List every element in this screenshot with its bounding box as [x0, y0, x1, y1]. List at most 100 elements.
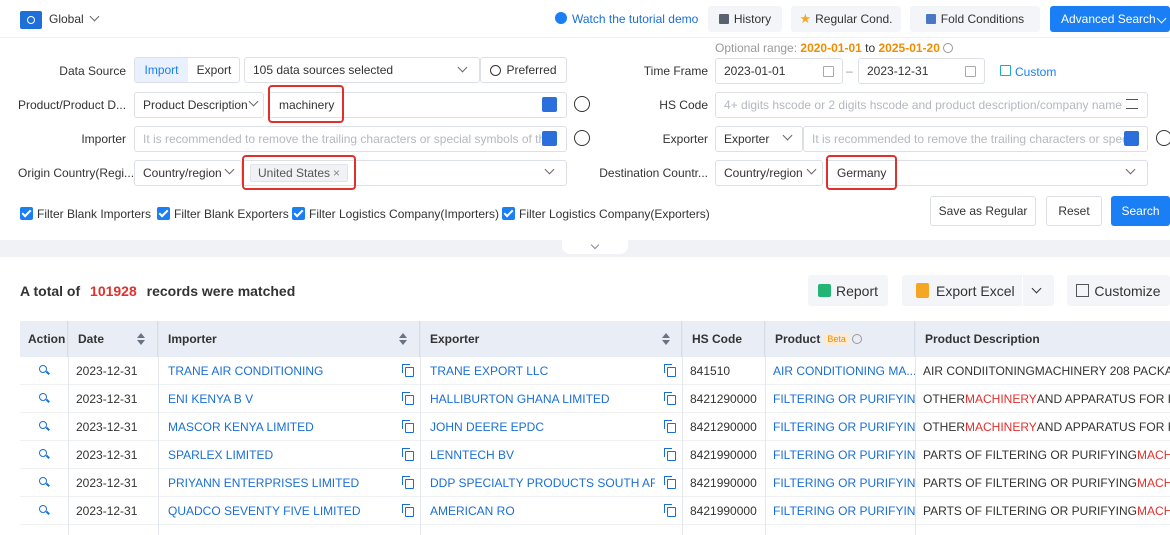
filter-logistics-exporters[interactable]: Filter Logistics Company(Exporters): [519, 207, 710, 221]
copy-icon[interactable]: [402, 448, 414, 461]
exporter-input[interactable]: It is recommended to remove the trailing…: [803, 126, 1148, 152]
col-importer[interactable]: Importer: [158, 321, 420, 357]
search-button[interactable]: Search: [1111, 196, 1170, 226]
info-icon[interactable]: [851, 334, 862, 344]
history-button[interactable]: History: [708, 6, 782, 32]
list-icon[interactable]: [574, 130, 590, 146]
row-exporter[interactable]: DDP SPECIALTY PRODUCTS SOUTH AFRIC...: [430, 469, 655, 497]
report-button[interactable]: Report: [808, 275, 888, 306]
row-product[interactable]: AIR CONDITIONING MA...: [773, 357, 915, 385]
sort-asc-icon[interactable]: [662, 333, 670, 338]
collapse-handle[interactable]: [562, 240, 628, 254]
export-option[interactable]: Export: [188, 58, 239, 82]
row-importer[interactable]: QUADCO SEVENTY FIVE LIMITED: [168, 497, 393, 525]
export-excel-button[interactable]: Export Excel: [902, 275, 1054, 306]
row-product[interactable]: FILTERING OR PURIFYIN...: [773, 497, 915, 525]
time-start-input[interactable]: 2023-01-01: [715, 58, 843, 84]
row-exporter[interactable]: AMERICAN RO: [430, 497, 655, 525]
copy-icon[interactable]: [664, 392, 676, 405]
filter-blank-importers[interactable]: Filter Blank Importers: [37, 207, 151, 221]
tutorial-link[interactable]: Watch the tutorial demo: [572, 12, 698, 26]
copy-icon[interactable]: [402, 364, 414, 377]
regular-cond-button[interactable]: ★ Regular Cond.: [791, 6, 901, 32]
row-product[interactable]: FILTERING OR PURIFYIN...: [773, 441, 915, 469]
sort-asc-icon[interactable]: [137, 333, 145, 338]
custom-link[interactable]: Custom: [1015, 65, 1056, 79]
data-sources-select[interactable]: 105 data sources selected: [244, 57, 480, 83]
copy-icon[interactable]: [402, 476, 414, 489]
row-importer[interactable]: MASCOR KENYA LIMITED: [168, 413, 393, 441]
translate-icon[interactable]: [1124, 131, 1139, 146]
row-exporter[interactable]: LENNTECH BV: [430, 441, 655, 469]
fold-conditions-button[interactable]: Fold Conditions: [910, 6, 1040, 32]
table-row[interactable]: 2023-12-31 SPARLEX LIMITED LENNTECH BV 8421…: [20, 441, 1170, 469]
help-icon[interactable]: [943, 43, 954, 53]
filter-blank-exporters[interactable]: Filter Blank Exporters: [174, 207, 289, 221]
search-icon[interactable]: [39, 421, 47, 429]
checkbox[interactable]: [292, 207, 305, 220]
row-importer[interactable]: TRANE AIR CONDITIONING: [168, 357, 393, 385]
table-row[interactable]: 2023-12-31 MASCOR KENYA LIMITED JOHN DEERE…: [20, 413, 1170, 441]
row-importer[interactable]: PRIYANN ENTERPRISES LIMITED: [168, 469, 393, 497]
advanced-search-button[interactable]: Advanced Search: [1050, 6, 1170, 32]
list-icon[interactable]: [1156, 130, 1170, 146]
origin-type-select[interactable]: Country/region: [134, 160, 242, 186]
table-row[interactable]: 2023-12-31 ENI KENYA B V HALLIBURTON GHANA…: [20, 385, 1170, 413]
search-icon[interactable]: [39, 393, 47, 401]
search-icon[interactable]: [39, 365, 47, 373]
table-row[interactable]: 2023-12-31 TRANE AIR CONDITIONING TRANE EX…: [20, 357, 1170, 385]
import-option[interactable]: Import: [135, 58, 188, 82]
row-product[interactable]: FILTERING OR PURIFYIN...: [773, 385, 915, 413]
save-regular-button[interactable]: Save as Regular: [930, 196, 1036, 226]
list-icon[interactable]: [574, 96, 590, 112]
sort-desc-icon[interactable]: [399, 340, 407, 345]
importer-input[interactable]: It is recommended to remove the trailing…: [134, 126, 567, 152]
row-product[interactable]: FILTERING OR PURIFYIN...: [773, 413, 915, 441]
row-importer[interactable]: ENI KENYA B V: [168, 385, 393, 413]
row-importer[interactable]: SPARLEX LIMITED: [168, 441, 393, 469]
hs-code-input[interactable]: 4+ digits hscode or 2 digits hscode and …: [715, 92, 1148, 118]
col-exporter[interactable]: Exporter: [420, 321, 682, 357]
reset-button[interactable]: Reset: [1046, 196, 1102, 226]
translate-icon[interactable]: [542, 97, 557, 112]
copy-icon[interactable]: [664, 504, 676, 517]
product-type-select[interactable]: Product Description: [134, 92, 264, 118]
row-exporter[interactable]: TRANE EXPORT LLC: [430, 357, 655, 385]
table-row[interactable]: 2023-12-31 PRIYANN ENTERPRISES LIMITED DDP…: [20, 469, 1170, 497]
search-icon[interactable]: [39, 449, 47, 457]
menu-icon[interactable]: [1126, 99, 1138, 109]
copy-icon[interactable]: [402, 420, 414, 433]
col-date[interactable]: Date: [68, 321, 158, 357]
chevron-down-icon[interactable]: [1031, 283, 1042, 294]
row-product[interactable]: FILTERING OR PURIFYIN...: [773, 469, 915, 497]
copy-icon[interactable]: [664, 448, 676, 461]
sort-desc-icon[interactable]: [137, 340, 145, 345]
search-icon[interactable]: [39, 505, 47, 513]
preferred-button[interactable]: Preferred: [480, 57, 567, 83]
scope-label[interactable]: Global: [49, 12, 84, 26]
checkbox[interactable]: [20, 207, 33, 220]
sort-asc-icon[interactable]: [399, 333, 407, 338]
checkbox[interactable]: [157, 207, 170, 220]
row-exporter[interactable]: HALLIBURTON GHANA LIMITED: [430, 385, 655, 413]
checkbox[interactable]: [502, 207, 515, 220]
copy-icon[interactable]: [402, 504, 414, 517]
exporter-type-select[interactable]: Exporter: [715, 126, 803, 152]
time-end-input[interactable]: 2023-12-31: [858, 58, 985, 84]
copy-icon[interactable]: [664, 364, 676, 377]
search-icon[interactable]: [39, 477, 47, 485]
customize-button[interactable]: Customize: [1067, 275, 1170, 306]
row-exporter[interactable]: JOHN DEERE EPDC: [430, 413, 655, 441]
filter-logistics-importers[interactable]: Filter Logistics Company(Importers): [309, 207, 499, 221]
sort-desc-icon[interactable]: [662, 340, 670, 345]
copy-icon[interactable]: [664, 476, 676, 489]
table-row[interactable]: 2023-12-31 QUADCO SEVENTY FIVE LIMITED AME…: [20, 497, 1170, 525]
copy-icon[interactable]: [664, 420, 676, 433]
translate-icon[interactable]: [542, 131, 557, 146]
importer-label: Importer: [81, 132, 126, 146]
destination-type-select[interactable]: Country/region: [715, 160, 823, 186]
globe-icon[interactable]: [20, 11, 42, 29]
chevron-down-icon[interactable]: [89, 11, 100, 22]
copy-icon[interactable]: [402, 392, 414, 405]
play-icon[interactable]: [555, 12, 567, 24]
